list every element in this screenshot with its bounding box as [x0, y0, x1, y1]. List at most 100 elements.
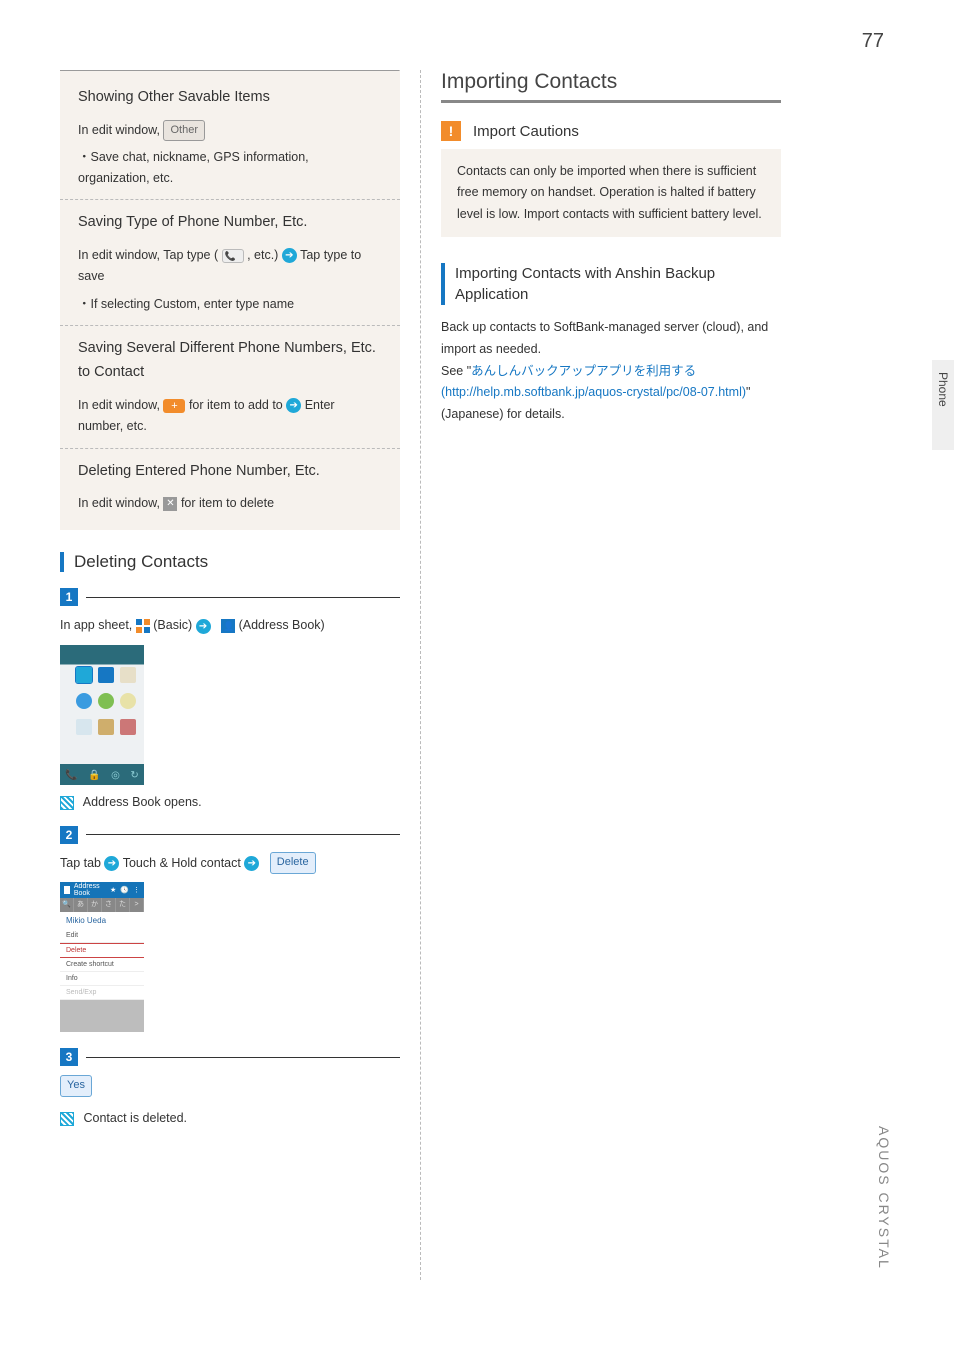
step1-result: Address Book opens.: [60, 795, 400, 810]
tile-browser-icon: [76, 693, 92, 709]
nav-help-icon: ◎: [111, 770, 120, 781]
other-tag: Other: [163, 120, 205, 141]
plus-icon: +: [163, 399, 185, 413]
dash-divider: [60, 199, 400, 200]
ab-title: Address Book: [74, 883, 106, 897]
ab-topbar: Address Book ★ 🕓 ⋮: [60, 882, 144, 898]
deleting-contacts-heading: Deleting Contacts: [60, 552, 400, 572]
step2-body: Tap tab ➔ Touch & Hold contact ➔ Delete: [60, 852, 400, 875]
dash-divider: [60, 325, 400, 326]
caution-title: Import Cautions: [473, 123, 579, 140]
sec2-line1a: In edit window, Tap type (: [78, 248, 222, 262]
anshin-subheading: Importing Contacts with Anshin Backup Ap…: [441, 263, 781, 305]
step3-body: Yes: [60, 1074, 400, 1097]
tile-addressbook-icon: [98, 667, 114, 683]
ab-menu-icon: ⋮: [133, 886, 140, 894]
right-column: Importing Contacts ! Import Cautions Con…: [421, 70, 801, 1280]
sec3-line1: In edit window, + for item to add to ➔ E…: [78, 395, 382, 438]
ab-menu-info: Info: [60, 972, 144, 986]
nav-lock-icon: 🔒: [88, 770, 100, 781]
phone-type-icon: [222, 249, 244, 263]
anshin-p1: Back up contacts to SoftBank-managed ser…: [441, 317, 781, 361]
info-box: Showing Other Savable Items In edit wind…: [60, 71, 400, 530]
step1-head: 1: [60, 588, 400, 606]
step2-screenshot: Address Book ★ 🕓 ⋮ 🔍 あ か さ た > Mik: [60, 882, 144, 1032]
ab-filter-icon: >: [130, 898, 144, 912]
sec4-line1a: In edit window,: [78, 496, 163, 510]
sec1-line1a: In edit window,: [78, 123, 163, 137]
sec4-line1: In edit window, ✕ for item to delete: [78, 493, 382, 514]
anshin-link[interactable]: あんしんバックアップアプリを利用する (http://help.mb.softb…: [441, 364, 746, 400]
address-book-icon: [221, 619, 235, 633]
yes-tag: Yes: [60, 1075, 92, 1097]
step2-l1a: Tap tab: [60, 856, 104, 870]
arrow-icon: ➔: [282, 248, 297, 263]
dash-divider: [60, 448, 400, 449]
x-icon: ✕: [163, 497, 177, 511]
step3-result-text: Contact is deleted.: [83, 1111, 187, 1125]
apps-grid-icon: [136, 619, 150, 633]
caution-icon: !: [441, 121, 461, 141]
sec3-line1a: In edit window,: [78, 398, 163, 412]
step1-l1c: (Address Book): [239, 618, 325, 632]
tile-grid-icon: [120, 719, 136, 735]
ab-search-icon: 🔍: [60, 898, 74, 912]
step1-badge: 1: [60, 588, 78, 606]
sec2-line1b: , etc.): [247, 248, 282, 262]
ab-icon: [64, 886, 70, 894]
ab-filter-icon: あ: [74, 898, 88, 912]
nav-phone-icon: 📞: [65, 770, 77, 781]
step3-badge: 3: [60, 1048, 78, 1066]
nav-refresh-icon: ↻: [130, 770, 138, 781]
step1-body: In app sheet, (Basic) ➔ (Address Book): [60, 614, 400, 637]
step3-head: 3: [60, 1048, 400, 1066]
step1-screenshot: 📞 🔒 ◎ ↻: [60, 645, 144, 785]
sec1-title: Showing Other Savable Items: [78, 85, 382, 110]
tile-y-icon: [120, 693, 136, 709]
step-rule: [86, 597, 400, 598]
tile-mail-icon: [120, 667, 136, 683]
ab-contact-name: Mikio Ueda: [60, 912, 144, 929]
navbar: 📞 🔒 ◎ ↻: [60, 767, 144, 785]
ab-menu-edit: Edit: [60, 929, 144, 943]
ab-filterbar: 🔍 あ か さ た >: [60, 898, 144, 912]
arrow-icon: ➔: [286, 398, 301, 413]
step-rule: [86, 1057, 400, 1058]
ab-filter-icon: か: [88, 898, 102, 912]
sec1-line2: ・Save chat, nickname, GPS information, o…: [78, 147, 382, 190]
ab-menu-send: Send/Exp: [60, 986, 144, 1000]
tile-phone-icon: [76, 667, 92, 683]
step3-result: Contact is deleted.: [60, 1111, 400, 1126]
page-number: 77: [862, 30, 884, 53]
ab-filter-icon: さ: [102, 898, 116, 912]
sec2-title: Saving Type of Phone Number, Etc.: [78, 210, 382, 235]
ab-filter-icon: た: [116, 898, 130, 912]
importing-contacts-heading: Importing Contacts: [441, 70, 781, 94]
ab-clock-icon: 🕓: [120, 886, 129, 894]
sec3-title: Saving Several Different Phone Numbers, …: [78, 336, 382, 385]
left-column: Showing Other Savable Items In edit wind…: [40, 70, 420, 1280]
result-flag-icon: [60, 1112, 74, 1126]
ab-context-menu: Mikio Ueda Edit Delete Create shortcut I…: [60, 912, 144, 1000]
step1-l1a: In app sheet,: [60, 618, 136, 632]
sec4-line1b: for item to delete: [181, 496, 274, 510]
tile-settings-icon: [98, 719, 114, 735]
anshin-p2: See "あんしんバックアップアプリを利用する (http://help.mb.…: [441, 361, 781, 427]
tile-doc-icon: [76, 719, 92, 735]
caution-box: Contacts can only be imported when there…: [441, 149, 781, 237]
caution-header: ! Import Cautions: [441, 121, 781, 141]
ab-star-icon: ★: [110, 886, 116, 894]
sec3-line1b: for item to add to: [189, 398, 286, 412]
arrow-icon: ➔: [104, 856, 119, 871]
step2-l1b: Touch & Hold contact: [123, 856, 245, 870]
anshin-paragraphs: Back up contacts to SoftBank-managed ser…: [441, 317, 781, 426]
step2-head: 2: [60, 826, 400, 844]
sec1-line1: In edit window, Other: [78, 120, 382, 141]
anshin-p2a: See ": [441, 364, 471, 378]
step1-result-text: Address Book opens.: [83, 795, 202, 809]
arrow-icon: ➔: [196, 619, 211, 634]
ab-menu-delete: Delete: [60, 943, 144, 958]
sec4-title: Deleting Entered Phone Number, Etc.: [78, 459, 382, 484]
tile-browser2-icon: [98, 693, 114, 709]
sec2-line1: In edit window, Tap type ( , etc.) ➔ Tap…: [78, 245, 382, 288]
